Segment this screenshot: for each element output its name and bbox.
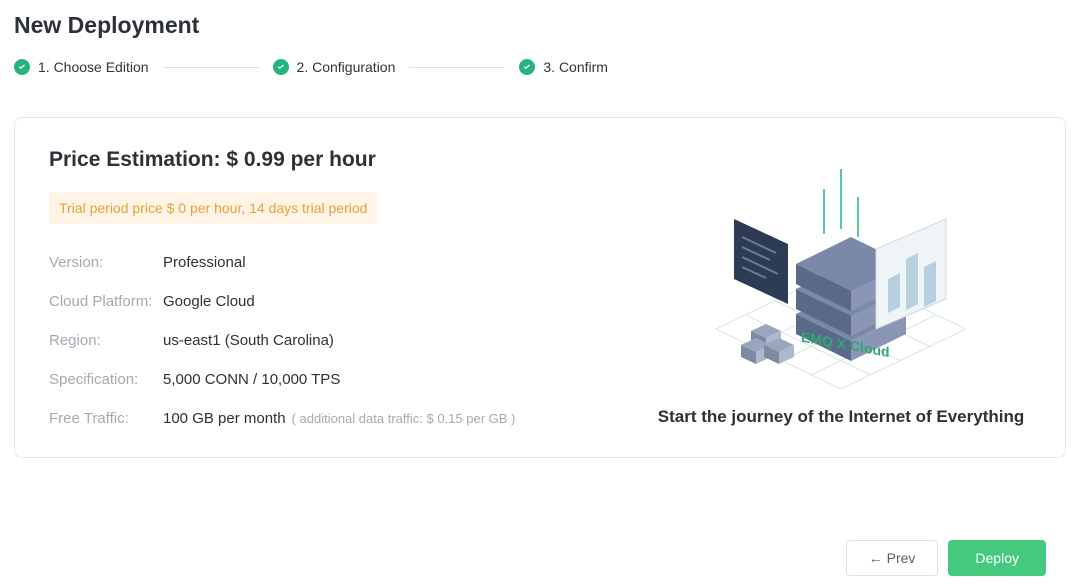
step-indicator: 1. Choose Edition 2. Configuration 3. Co… xyxy=(14,59,1066,75)
step-label: 1. Choose Edition xyxy=(38,59,149,75)
check-icon xyxy=(273,59,289,75)
row-cloud-platform: Cloud Platform: Google Cloud xyxy=(49,293,631,310)
summary-panel: Price Estimation: $ 0.99 per hour Trial … xyxy=(49,148,631,427)
check-icon xyxy=(14,59,30,75)
spec-value: us-east1 (South Carolina) xyxy=(163,332,334,349)
footer-actions: ← Prev Deploy xyxy=(846,540,1046,576)
step-confirm: 3. Confirm xyxy=(519,59,608,75)
spec-value: 5,000 CONN / 10,000 TPS xyxy=(163,371,340,388)
trial-badge: Trial period price $ 0 per hour, 14 days… xyxy=(49,192,377,224)
step-label: 3. Confirm xyxy=(543,59,608,75)
cloud-illustration: EMQ X Cloud xyxy=(696,159,986,389)
price-estimation: Price Estimation: $ 0.99 per hour xyxy=(49,148,631,172)
page-title: New Deployment xyxy=(14,12,1066,39)
check-icon xyxy=(519,59,535,75)
spec-label: Version: xyxy=(49,254,163,271)
spec-extra: ( additional data traffic: $ 0.15 per GB… xyxy=(292,411,516,426)
prev-button[interactable]: ← Prev xyxy=(846,540,939,576)
step-label: 2. Configuration xyxy=(297,59,396,75)
deploy-button[interactable]: Deploy xyxy=(948,540,1046,576)
row-version: Version: Professional xyxy=(49,254,631,271)
confirmation-card: Price Estimation: $ 0.99 per hour Trial … xyxy=(14,117,1066,458)
step-configuration: 2. Configuration xyxy=(273,59,396,75)
spec-label: Cloud Platform: xyxy=(49,293,163,310)
tagline: Start the journey of the Internet of Eve… xyxy=(658,407,1024,427)
spec-label: Region: xyxy=(49,332,163,349)
row-specification: Specification: 5,000 CONN / 10,000 TPS xyxy=(49,371,631,388)
spec-value: Professional xyxy=(163,254,246,271)
spec-value: 100 GB per month xyxy=(163,410,286,427)
spec-value: Google Cloud xyxy=(163,293,255,310)
spec-label: Free Traffic: xyxy=(49,410,163,427)
row-free-traffic: Free Traffic: 100 GB per month ( additio… xyxy=(49,410,631,427)
step-divider xyxy=(163,67,259,68)
step-divider xyxy=(409,67,505,68)
spec-label: Specification: xyxy=(49,371,163,388)
row-region: Region: us-east1 (South Carolina) xyxy=(49,332,631,349)
promo-panel: EMQ X Cloud Start the journey of the Int… xyxy=(651,148,1031,427)
step-choose-edition: 1. Choose Edition xyxy=(14,59,149,75)
